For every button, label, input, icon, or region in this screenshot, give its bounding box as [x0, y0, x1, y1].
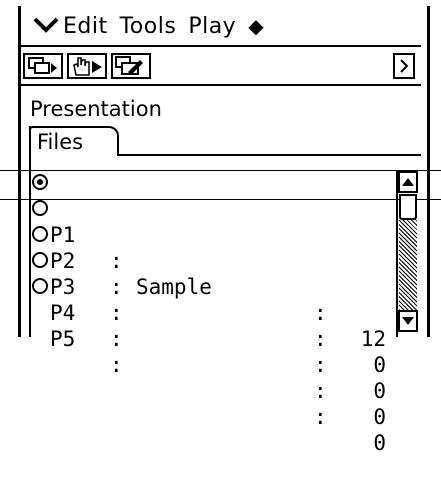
- scroll-down-button[interactable]: [398, 310, 418, 332]
- menu-tools[interactable]: Tools: [120, 14, 177, 39]
- page-count: 0: [373, 379, 386, 403]
- page-count: 0: [373, 405, 386, 429]
- menu-bar: Edit Tools Play ◆: [21, 7, 421, 45]
- separator: :: [314, 405, 327, 429]
- list-item[interactable]: P5 : : 0: [32, 274, 394, 455]
- list-item[interactable]: P1 : Sample : 12: [32, 170, 394, 351]
- toolbar: [21, 49, 421, 83]
- vertical-scrollbar[interactable]: [396, 170, 418, 337]
- divider: [21, 45, 421, 47]
- list-item[interactable]: P2 : : 0: [32, 196, 394, 377]
- arrow-down-icon: [402, 317, 414, 325]
- auto-play-icon: [73, 57, 102, 76]
- page-count: 0: [373, 353, 386, 377]
- toolbar-scroll-right[interactable]: [393, 53, 415, 79]
- arrow-up-icon: [402, 178, 414, 186]
- panel-border: [29, 126, 31, 337]
- separator: :: [314, 301, 327, 325]
- copy-presentation-button[interactable]: [23, 53, 63, 79]
- page-count: 0: [373, 431, 386, 455]
- panel-title: Presentation: [30, 97, 162, 121]
- diamond-icon[interactable]: ◆: [248, 14, 264, 38]
- copy-presentation-icon: [28, 57, 57, 74]
- menu-chevron-icon[interactable]: [29, 14, 63, 38]
- radio-selected-icon[interactable]: [32, 174, 48, 190]
- auto-play-button[interactable]: [67, 53, 107, 79]
- menu-play[interactable]: Play: [188, 14, 236, 39]
- scroll-thumb[interactable]: [399, 194, 417, 220]
- file-id: P5: [50, 327, 76, 351]
- separator: :: [110, 301, 123, 325]
- edit-image-button[interactable]: [111, 53, 151, 79]
- page-count: 12: [360, 327, 386, 351]
- tab-underline: [119, 154, 421, 156]
- radio-icon[interactable]: [32, 252, 48, 268]
- separator: :: [110, 353, 123, 377]
- tab-files[interactable]: Files: [29, 126, 119, 156]
- separator: :: [314, 327, 327, 351]
- radio-icon[interactable]: [32, 278, 48, 294]
- divider: [21, 84, 421, 86]
- list-item[interactable]: P4 : : 0: [32, 248, 394, 429]
- scroll-up-button[interactable]: [398, 171, 418, 193]
- menu-edit[interactable]: Edit: [63, 14, 108, 39]
- radio-icon[interactable]: [32, 226, 48, 242]
- chevron-right-icon: [400, 59, 409, 73]
- file-list: P1 : Sample : 12 P2 : : 0 P3 : : 0 P4 : …: [32, 170, 394, 455]
- list-item[interactable]: P3 : : 0: [32, 222, 394, 403]
- radio-icon[interactable]: [32, 200, 48, 216]
- separator: :: [314, 379, 327, 403]
- edit-image-icon: [115, 56, 143, 75]
- separator: :: [110, 327, 123, 351]
- separator: :: [314, 353, 327, 377]
